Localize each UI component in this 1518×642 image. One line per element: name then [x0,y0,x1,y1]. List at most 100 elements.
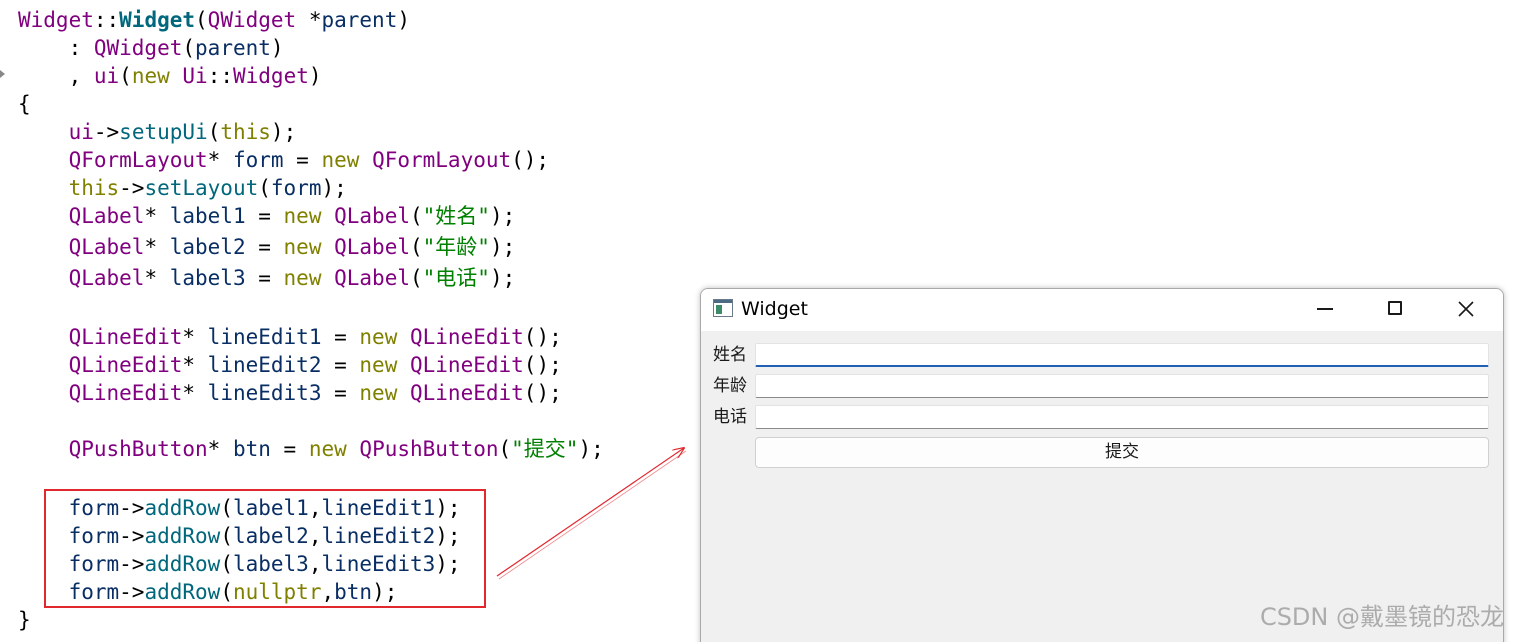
code-token: form [232,148,284,172]
code-token: new [283,235,322,259]
code-token: * [144,266,170,290]
code-line: QLineEdit* lineEdit3 = new QLineEdit(); [18,379,562,407]
gutter-fold-marker[interactable] [0,70,5,78]
code-token: QFormLayout [372,148,512,172]
code-line: } [18,606,31,634]
code-token: = [283,148,322,172]
maximize-icon [1388,301,1402,315]
code-token: "姓名" [422,204,490,228]
code-token: QLabel [68,266,145,290]
code-token: QLineEdit [410,353,524,377]
code-token: ); [578,437,604,461]
phone-label: 电话 [713,407,747,427]
minimize-button[interactable] [1293,289,1359,329]
code-token: ); [270,120,297,144]
code-token: QLabel [334,266,410,290]
code-token: "提交" [511,437,579,461]
code-token: (); [523,353,562,377]
code-token: form [270,176,322,200]
qt-window-icon [713,299,733,317]
code-token: (); [511,148,550,172]
minimize-icon [1317,308,1333,310]
code-token: lineEdit3 [207,381,322,405]
code-token: new [283,204,322,228]
code-token: QLabel [334,204,410,228]
code-token: * [207,437,233,461]
watermark: CSDN @戴墨镜的恐龙 [1259,603,1504,631]
code-token: new [359,381,398,405]
age-input[interactable] [755,374,1489,398]
code-token: (); [523,325,562,349]
code-token: new [283,266,322,290]
close-button[interactable] [1433,289,1499,329]
code-token: ( [207,120,221,144]
code-token: lineEdit1 [207,325,322,349]
code-token: this [68,176,120,200]
code-token: * [207,148,233,172]
code-token: -> [119,176,145,200]
code-token: "电话" [422,266,490,290]
code-token: Widget [233,64,309,88]
code-token: } [18,608,31,632]
code-token: = [321,353,360,377]
phone-input[interactable] [755,405,1489,429]
code-line: , ui(new Ui::Widget) [18,62,322,90]
title-bar[interactable]: Widget [701,289,1503,331]
code-token: ui [68,120,94,144]
code-token: QLineEdit [68,353,183,377]
code-token: * [144,235,170,259]
code-token: ( [409,235,423,259]
code-line: QFormLayout* form = new QFormLayout(); [18,146,550,174]
code-token: ( [119,64,132,88]
maximize-button[interactable] [1363,289,1429,329]
code-token: = [245,266,284,290]
code-token: label2 [169,235,246,259]
code-token: ) [308,64,322,88]
code-token: ( [258,176,271,200]
code-token: = [245,204,284,228]
submit-button[interactable]: 提交 [755,437,1489,468]
code-token: setupUi [119,120,208,144]
code-line: QLabel* label1 = new QLabel("姓名"); [18,202,516,230]
code-line: : QWidget(parent) [18,34,284,62]
code-token: * [182,325,208,349]
code-token: :: [207,64,233,88]
code-token: QLabel [68,235,145,259]
code-line: Widget::Widget(QWidget *parent) [18,6,410,34]
code-token: { [18,92,31,116]
code-token: ) [397,8,410,32]
code-token: label1 [169,204,246,228]
name-input[interactable] [755,343,1489,367]
code-token: Widget [119,8,196,32]
code-token: QWidget [207,8,297,32]
name-label: 姓名 [713,345,747,365]
code-token: ( [409,204,423,228]
code-token: * [296,8,322,32]
code-token: QPushButton [359,437,499,461]
code-token: setLayout [144,176,259,200]
qt-widget-window: Widget 姓名 年龄 电话 提交 [700,288,1504,642]
code-token: lineEdit2 [207,353,322,377]
code-token: QLineEdit [410,325,524,349]
code-token: QPushButton [68,437,208,461]
code-token: "年龄" [422,235,490,259]
code-token: ); [489,235,516,259]
code-token: (); [523,381,562,405]
code-line: this->setLayout(form); [18,174,347,202]
code-token: ); [321,176,347,200]
code-token: , [18,64,94,88]
